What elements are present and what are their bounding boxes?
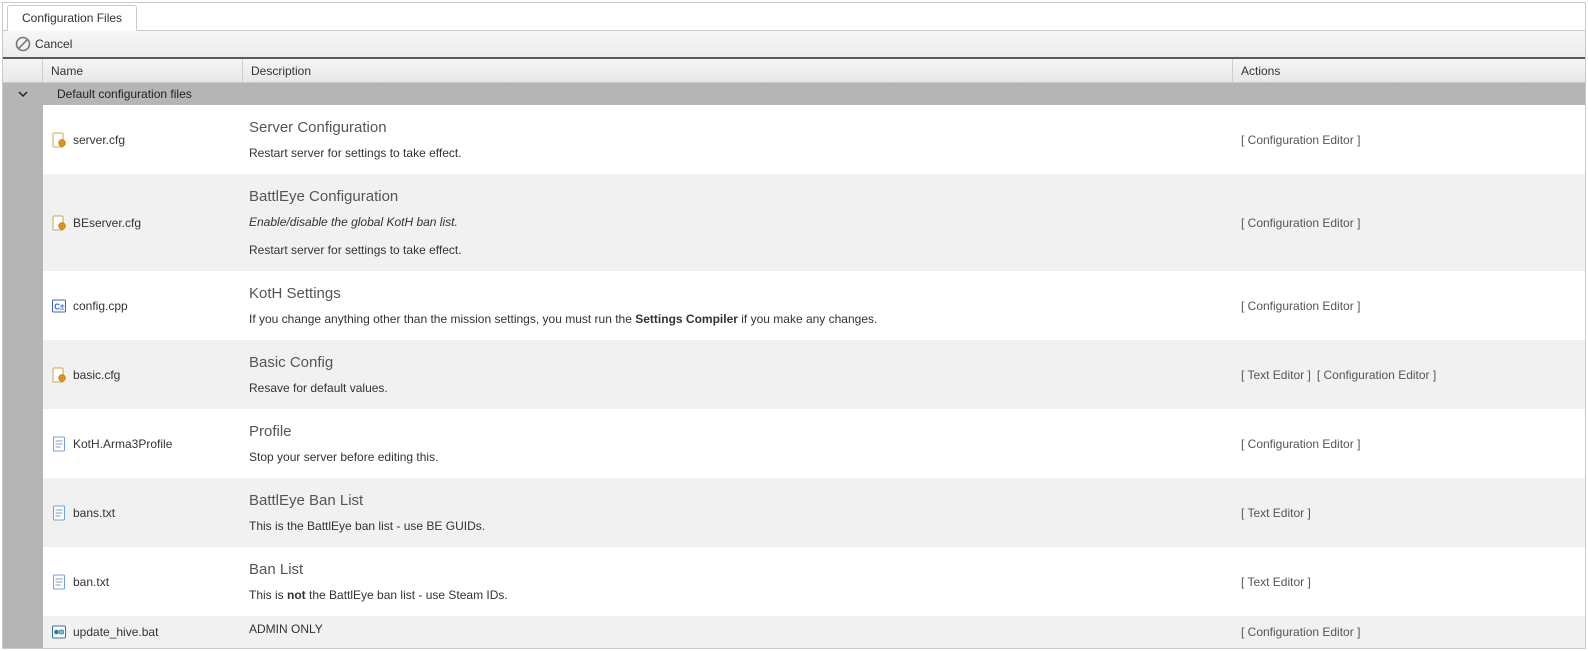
cpp-file-icon [51, 298, 67, 314]
table-row: KotH.Arma3Profile Profile Stop your server… [3, 409, 1585, 478]
cell-name: KotH.Arma3Profile [43, 436, 243, 452]
action-link[interactable]: [ Configuration Editor ] [1241, 625, 1360, 639]
table-row: ban.txt Ban List This is not the BattlEye … [3, 547, 1585, 616]
row-description: Restart server for settings to take effe… [249, 146, 1227, 160]
bat-file-icon [51, 624, 67, 640]
group-label: Default configuration files [43, 87, 192, 101]
row-description: This is not the BattlEye ban list - use … [249, 588, 1227, 602]
row-description: Resave for default values. [249, 381, 1227, 395]
cfg-file-icon [51, 132, 67, 148]
row-gutter [3, 409, 43, 478]
cell-actions: [ Configuration Editor ] [1233, 625, 1585, 639]
cell-description: Basic Config Resave for default values. [243, 340, 1233, 409]
cancel-icon [15, 36, 31, 52]
column-header-actions[interactable]: Actions [1233, 59, 1585, 82]
row-title: Server Configuration [249, 119, 1227, 136]
table-row: server.cfg Server Configuration Restart se… [3, 105, 1585, 174]
file-name: KotH.Arma3Profile [73, 437, 172, 451]
cell-actions: [ Configuration Editor ] [1233, 133, 1585, 147]
table-row: basic.cfg Basic Config Resave for default … [3, 340, 1585, 409]
row-description: Enable/disable the global KotH ban list.… [249, 215, 1227, 257]
cell-description: Server Configuration Restart server for s… [243, 105, 1233, 174]
cell-name: server.cfg [43, 132, 243, 148]
cell-actions: [ Configuration Editor ] [1233, 299, 1585, 313]
cell-name: config.cpp [43, 298, 243, 314]
row-gutter [3, 547, 43, 616]
file-name: bans.txt [73, 506, 115, 520]
cell-name: bans.txt [43, 505, 243, 521]
cell-actions: [ Text Editor ] [1233, 506, 1585, 520]
table-row: BEserver.cfg BattlEye Configuration Enable… [3, 174, 1585, 271]
cell-actions: [ Configuration Editor ] [1233, 216, 1585, 230]
cell-description: KotH Settings If you change anything othe… [243, 271, 1233, 340]
group-row[interactable]: Default configuration files [3, 83, 1585, 105]
txt-file-icon [51, 505, 67, 521]
row-title: Profile [249, 423, 1227, 440]
row-gutter [3, 616, 43, 648]
row-gutter [3, 105, 43, 174]
row-gutter [3, 174, 43, 271]
txt-file-icon [51, 574, 67, 590]
tab-bar: Configuration Files [3, 3, 1585, 31]
toolbar: Cancel [3, 31, 1585, 59]
file-name: server.cfg [73, 133, 125, 147]
file-name: basic.cfg [73, 368, 120, 382]
file-name: update_hive.bat [73, 625, 158, 639]
row-gutter [3, 478, 43, 547]
action-link[interactable]: [ Configuration Editor ] [1241, 299, 1360, 313]
cell-actions: [ Text Editor ] [1233, 575, 1585, 589]
cell-name: update_hive.bat [43, 624, 243, 640]
file-name: config.cpp [73, 299, 128, 313]
cell-description: ADMIN ONLY [243, 616, 1233, 648]
table-row: update_hive.bat ADMIN ONLY [ Configuration… [3, 616, 1585, 648]
row-title: KotH Settings [249, 285, 1227, 302]
action-link[interactable]: [ Configuration Editor ] [1241, 216, 1360, 230]
action-link[interactable]: [ Text Editor ] [1241, 575, 1311, 589]
file-name: BEserver.cfg [73, 216, 141, 230]
column-headers: Name Description Actions [3, 59, 1585, 83]
cell-description: BattlEye Ban List This is the BattlEye ba… [243, 478, 1233, 547]
chevron-down-icon [3, 89, 43, 99]
action-link[interactable]: [ Configuration Editor ] [1241, 133, 1360, 147]
cell-description: Ban List This is not the BattlEye ban lis… [243, 547, 1233, 616]
column-header-expand [3, 59, 43, 82]
cell-name: basic.cfg [43, 367, 243, 383]
cell-name: BEserver.cfg [43, 215, 243, 231]
row-title: Basic Config [249, 354, 1227, 371]
row-gutter [3, 340, 43, 409]
txt-file-icon [51, 436, 67, 452]
table-row: config.cpp KotH Settings If you change any… [3, 271, 1585, 340]
cell-name: ban.txt [43, 574, 243, 590]
row-description: If you change anything other than the mi… [249, 312, 1227, 326]
tab-configuration-files[interactable]: Configuration Files [7, 5, 137, 31]
action-link[interactable]: [ Configuration Editor ] [1241, 437, 1360, 451]
row-description: This is the BattlEye ban list - use BE G… [249, 519, 1227, 533]
action-link[interactable]: [ Text Editor ] [1241, 506, 1311, 520]
cell-actions: [ Configuration Editor ] [1233, 437, 1585, 451]
column-header-description[interactable]: Description [243, 59, 1233, 82]
table-row: bans.txt BattlEye Ban List This is the Bat… [3, 478, 1585, 547]
action-link[interactable]: [ Text Editor ] [1241, 368, 1311, 382]
file-name: ban.txt [73, 575, 109, 589]
row-list: server.cfg Server Configuration Restart se… [3, 105, 1585, 648]
row-title: BattlEye Ban List [249, 492, 1227, 509]
row-description: Stop your server before editing this. [249, 450, 1227, 464]
cell-description: BattlEye Configuration Enable/disable the… [243, 174, 1233, 271]
cfg-file-icon [51, 367, 67, 383]
action-link[interactable]: [ Configuration Editor ] [1317, 368, 1436, 382]
app-window: Configuration Files Cancel Name Descript… [2, 2, 1586, 649]
row-title: Ban List [249, 561, 1227, 578]
column-header-name[interactable]: Name [43, 59, 243, 82]
cell-actions: [ Text Editor ] [ Configuration Editor ] [1233, 368, 1585, 382]
cfg-file-icon [51, 215, 67, 231]
row-title: BattlEye Configuration [249, 188, 1227, 205]
row-description: ADMIN ONLY [249, 622, 1227, 636]
cancel-button[interactable]: Cancel [9, 34, 78, 54]
cancel-label: Cancel [35, 37, 72, 51]
cell-description: Profile Stop your server before editing t… [243, 409, 1233, 478]
row-gutter [3, 271, 43, 340]
